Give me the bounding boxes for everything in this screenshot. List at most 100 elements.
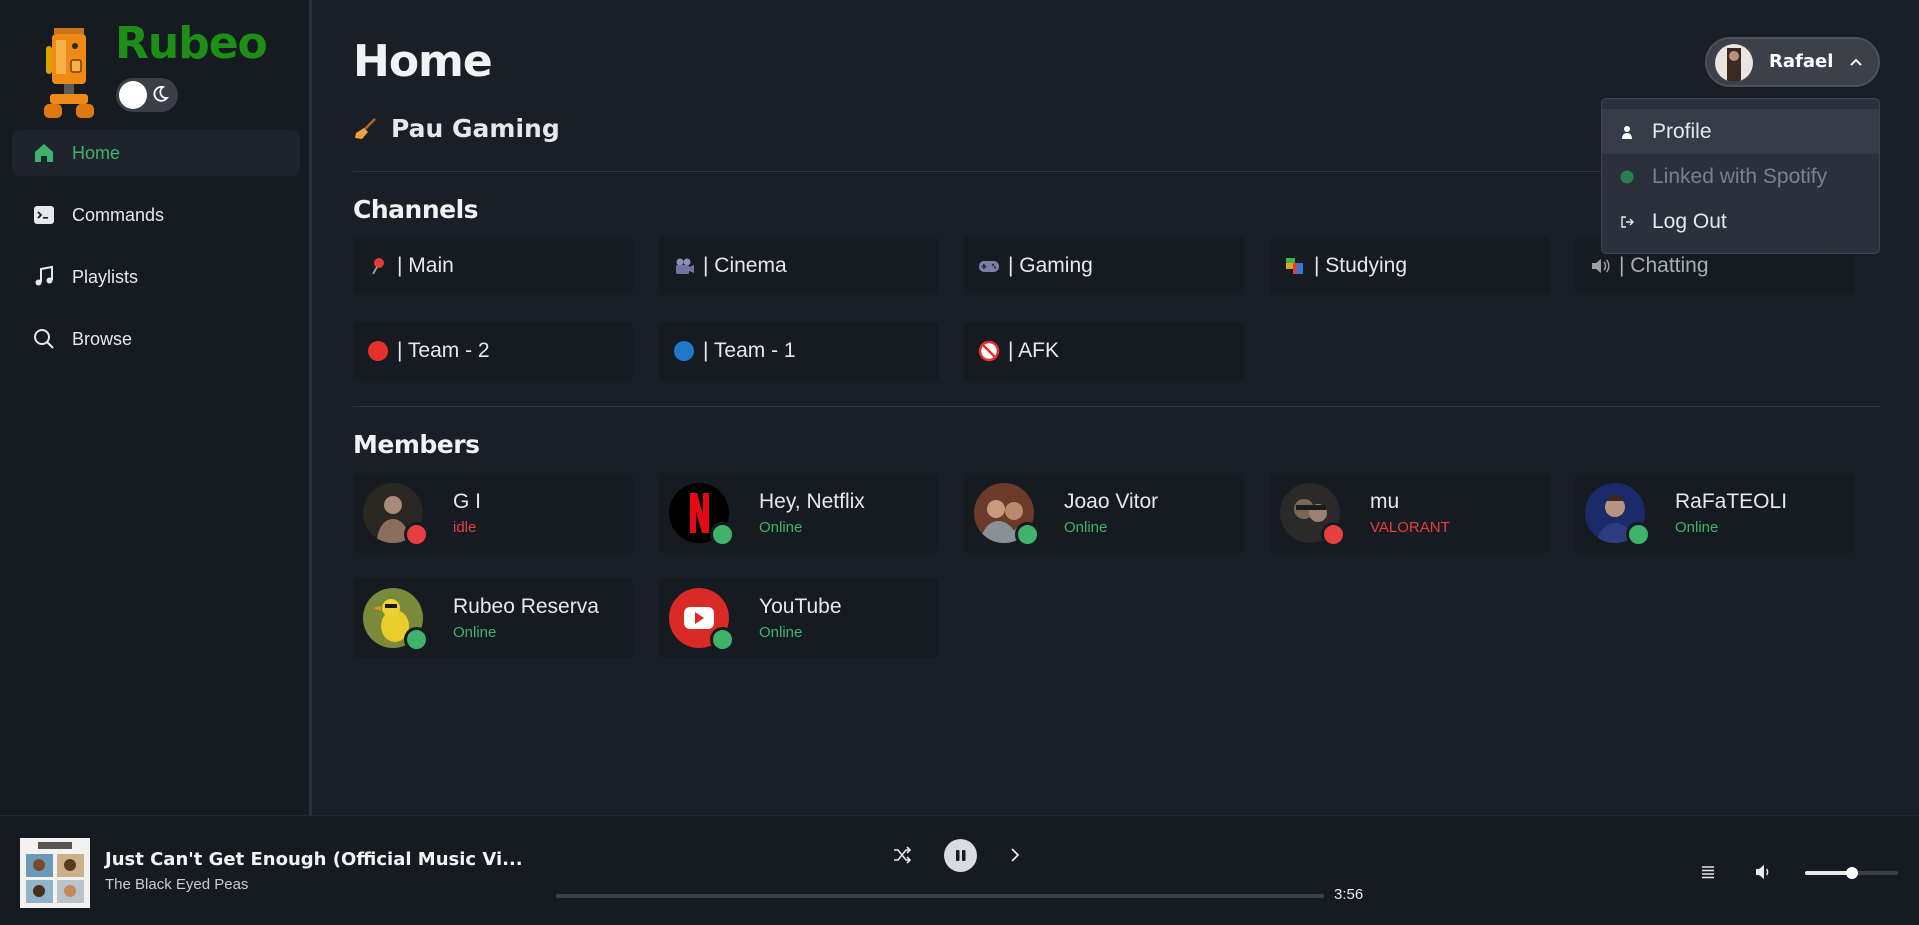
channel-team-2[interactable]: | Team - 2 — [353, 322, 633, 380]
no-entry-icon — [978, 340, 1000, 362]
sidebar-item-label: Browse — [72, 328, 133, 349]
channel-team-1[interactable]: | Team - 1 — [659, 322, 939, 380]
search-icon — [34, 329, 54, 349]
pause-button[interactable] — [944, 839, 977, 872]
member-status: Online — [759, 519, 803, 536]
theme-toggle[interactable] — [116, 78, 178, 112]
gamepad-icon — [979, 261, 999, 272]
member-status: Online — [453, 624, 497, 641]
channel-studying[interactable]: | Studying — [1270, 237, 1550, 295]
channel-label: | Team - 1 — [703, 339, 796, 362]
books-icon — [1286, 258, 1303, 274]
channel-label: | Studying — [1314, 254, 1408, 277]
next-icon[interactable] — [1006, 846, 1024, 864]
music-note-icon — [35, 265, 53, 286]
member-name: Joao Vitor — [1064, 490, 1159, 513]
chevron-up-icon — [1850, 58, 1862, 66]
shuffle-icon[interactable] — [892, 845, 912, 865]
member-card[interactable]: Hey, Netflix Online — [659, 473, 939, 553]
sidebar: Rubeo Home Commands Playlists Browse — [0, 0, 312, 815]
sidebar-item-label: Playlists — [72, 266, 139, 287]
sidebar-item-label: Home — [72, 142, 121, 163]
member-name: G I — [453, 490, 482, 513]
member-card[interactable]: mu VALORANT — [1270, 473, 1550, 553]
member-card[interactable]: G I idle — [353, 473, 633, 553]
user-name: Rafael — [1769, 51, 1834, 72]
volume-slider[interactable] — [1805, 867, 1898, 879]
status-dot — [710, 627, 735, 652]
progress-bar[interactable] — [556, 894, 1324, 898]
menu-item-spotify: Linked with Spotify — [1602, 154, 1879, 199]
sidebar-item-home[interactable]: Home — [12, 130, 300, 176]
album-cover — [20, 838, 90, 908]
movie-camera-icon — [676, 258, 694, 274]
channel-label: | Gaming — [1008, 254, 1093, 277]
channel-afk[interactable]: | AFK — [964, 322, 1244, 380]
member-name: mu — [1370, 490, 1400, 513]
track-duration: 3:56 — [1334, 886, 1364, 903]
spotify-dot-icon — [1620, 170, 1634, 183]
channel-label: | Team - 2 — [397, 339, 490, 362]
status-dot — [1321, 522, 1346, 547]
member-card[interactable]: RaFaTEOLI Online — [1575, 473, 1855, 553]
member-status: Online — [1675, 519, 1719, 536]
menu-item-label: Profile — [1652, 119, 1712, 143]
channel-label: | AFK — [1008, 339, 1059, 362]
volume-fill — [1805, 871, 1852, 875]
track-artist: The Black Eyed Peas — [105, 876, 249, 893]
guild-header: Pau Gaming — [353, 114, 560, 143]
channel-main[interactable]: | Main — [353, 237, 633, 295]
terminal-icon — [34, 206, 54, 224]
status-dot — [1015, 522, 1040, 547]
page-title: Home — [353, 36, 493, 87]
member-card[interactable]: YouTube Online — [659, 578, 939, 658]
member-status: idle — [453, 519, 477, 536]
user-avatar — [1715, 44, 1753, 82]
channel-gaming[interactable]: | Gaming — [964, 237, 1244, 295]
user-dropdown-menu: Profile Linked with Spotify Log Out — [1601, 98, 1880, 254]
menu-item-logout[interactable]: Log Out — [1602, 199, 1879, 244]
member-name: Rubeo Reserva — [453, 595, 599, 618]
members-heading: Members — [353, 430, 480, 459]
music-player-bar: Just Can't Get Enough (Official Music Vi… — [0, 815, 1919, 925]
channel-label: | Chatting — [1619, 254, 1709, 277]
sidebar-item-label: Commands — [72, 204, 165, 225]
toggle-knob — [119, 81, 147, 109]
member-status: Online — [1064, 519, 1108, 536]
status-dot — [710, 522, 735, 547]
track-title: Just Can't Get Enough (Official Music Vi… — [105, 849, 523, 870]
member-card[interactable]: Rubeo Reserva Online — [353, 578, 633, 658]
member-name: YouTube — [759, 595, 842, 618]
member-status: Online — [759, 624, 803, 641]
blue-circle-icon — [674, 341, 694, 361]
status-dot — [404, 522, 429, 547]
person-icon — [1622, 125, 1632, 139]
pause-icon — [956, 850, 966, 861]
speaker-icon — [1592, 259, 1610, 273]
user-menu-button[interactable]: Rafael — [1705, 37, 1880, 87]
sidebar-item-commands[interactable]: Commands — [12, 192, 300, 238]
robot-logo-icon — [44, 28, 94, 118]
member-card[interactable]: Joao Vitor Online — [964, 473, 1244, 553]
pushpin-icon — [372, 258, 384, 275]
sidebar-item-playlists[interactable]: Playlists — [12, 254, 300, 300]
menu-item-profile[interactable]: Profile — [1602, 109, 1879, 154]
logout-icon — [1621, 215, 1634, 228]
logo-area: Rubeo — [30, 18, 310, 118]
queue-icon[interactable] — [1700, 864, 1716, 880]
status-dot — [404, 627, 429, 652]
member-name: RaFaTEOLI — [1675, 490, 1788, 513]
guild-name: Pau Gaming — [391, 114, 560, 143]
divider — [353, 406, 1880, 407]
volume-icon[interactable] — [1754, 864, 1772, 880]
channel-cinema[interactable]: | Cinema — [659, 237, 939, 295]
menu-item-label: Log Out — [1652, 209, 1727, 233]
channels-heading: Channels — [353, 195, 479, 224]
broom-icon — [355, 117, 376, 139]
member-name: Hey, Netflix — [759, 490, 865, 513]
volume-thumb[interactable] — [1845, 867, 1858, 879]
channel-label: | Main — [397, 254, 454, 277]
brand-name: Rubeo — [115, 18, 268, 69]
sidebar-item-browse[interactable]: Browse — [12, 316, 300, 362]
red-circle-icon — [368, 341, 388, 361]
